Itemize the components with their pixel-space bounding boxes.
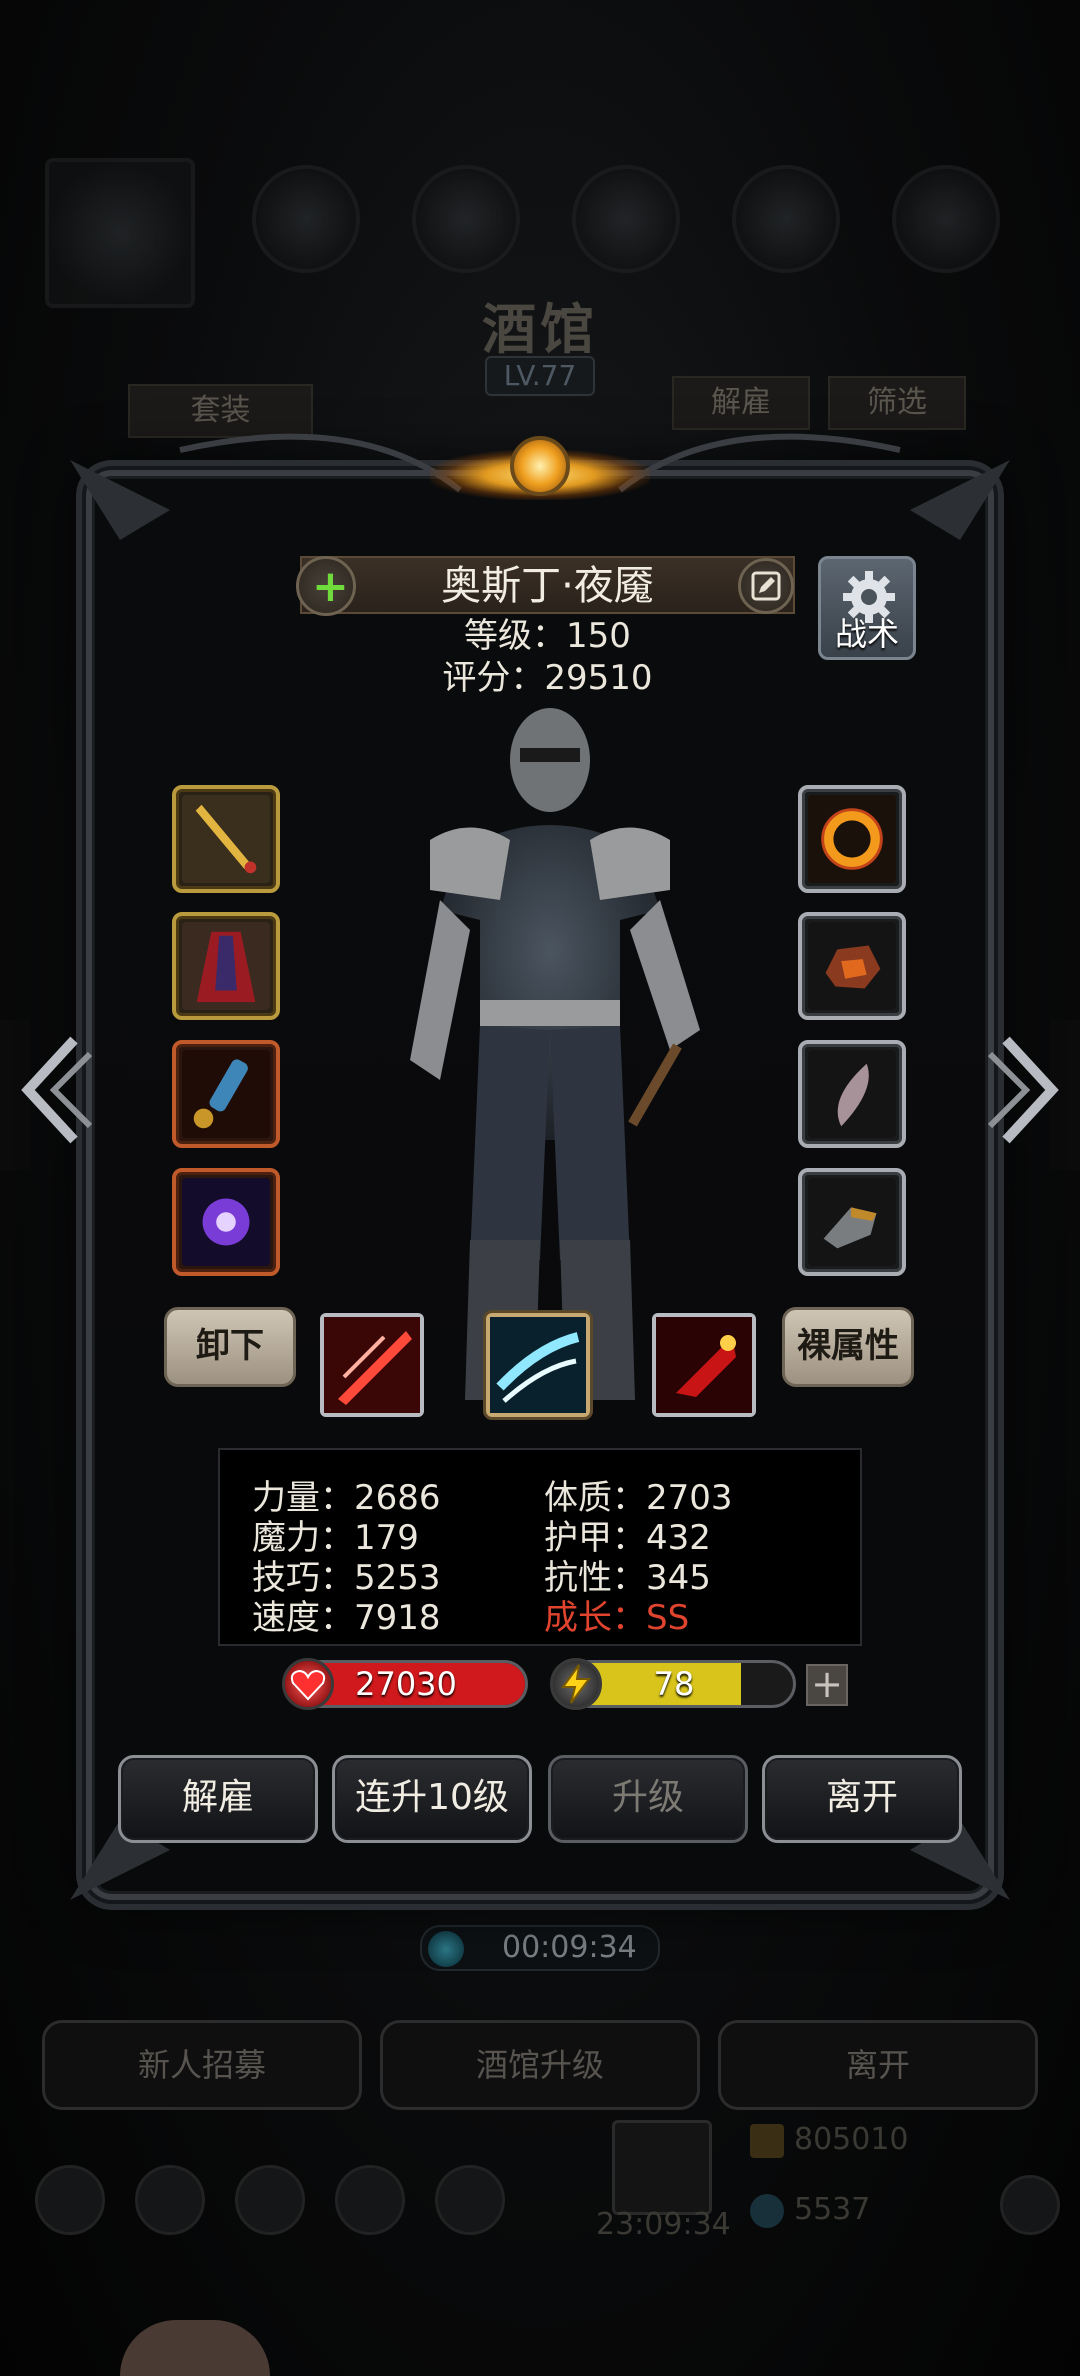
bg-menu-icon: [335, 2165, 405, 2235]
ice-slash-skill-icon: [490, 1317, 586, 1413]
unequip-button[interactable]: 卸下: [164, 1307, 296, 1387]
red-slash-skill-icon: [324, 1317, 420, 1413]
bg-menu-icon: [135, 2165, 205, 2235]
dagger-icon: [182, 795, 270, 883]
hero-figure: [410, 708, 700, 1400]
tavern-title: 酒馆: [482, 297, 598, 361]
cloak-icon: [182, 922, 270, 1010]
gauntlet-icon: [808, 1178, 896, 1266]
next-hero-arrow-icon[interactable]: [986, 1030, 1066, 1150]
bg-upgrade-tavern-button: 酒馆升级: [380, 2020, 700, 2110]
bg-add-icon: [1000, 2175, 1060, 2235]
skill-slot-1[interactable]: [320, 1313, 424, 1417]
gem-amount: 5537: [750, 2192, 870, 2228]
hero-name: 奥斯丁·夜魇: [441, 563, 654, 609]
skill-slot-3[interactable]: [652, 1313, 756, 1417]
stat-speed: 速度：7918: [252, 1598, 441, 1638]
plus-icon: +: [312, 561, 349, 612]
hero-name-plate: 奥斯丁·夜魇: [300, 556, 795, 614]
stats-panel: 力量：2686 魔力：179 技巧：5253 速度：7918 体质：2703 护…: [218, 1448, 862, 1646]
rename-button[interactable]: [738, 558, 794, 614]
gem-icon: [750, 2193, 784, 2228]
bg-menu-icon: [235, 2165, 305, 2235]
blood-strike-skill-icon: [656, 1317, 752, 1413]
bg-leave-button: 离开: [718, 2020, 1038, 2110]
tactics-button[interactable]: 战术: [818, 556, 916, 660]
bg-tab-icon: [572, 165, 680, 273]
tactics-label: 战术: [834, 615, 899, 653]
scroll-icon: [182, 1050, 270, 1138]
bg-tab-icon: [412, 165, 520, 273]
equip-slot-scroll[interactable]: [172, 1040, 280, 1148]
fire-ring-icon: [808, 795, 896, 883]
add-button[interactable]: +: [296, 556, 356, 616]
bg-menu-icon: [35, 2165, 105, 2235]
gem-amount-text: 5537: [794, 2192, 871, 2227]
equip-slot-ring[interactable]: [798, 785, 906, 893]
skill-slot-2[interactable]: [486, 1313, 590, 1417]
plus-icon: +: [811, 1662, 843, 1706]
rune-orb-icon: [182, 1178, 270, 1266]
equip-slot-rune[interactable]: [172, 1168, 280, 1276]
equip-slot-stone[interactable]: [798, 912, 906, 1020]
bg-recruit-button: 新人招募: [42, 2020, 362, 2110]
bg-tab-icon: [252, 165, 360, 273]
gold-amount-text: 805010: [794, 2122, 909, 2157]
base-attributes-button[interactable]: 裸属性: [782, 1307, 914, 1387]
crest-emblem: [430, 420, 650, 530]
equip-slot-charm[interactable]: [798, 1040, 906, 1148]
heart-icon: [282, 1658, 334, 1710]
dismiss-hero-button[interactable]: 解雇: [118, 1755, 318, 1843]
equip-slot-gauntlet[interactable]: [798, 1168, 906, 1276]
gold-icon: [750, 2123, 784, 2158]
equip-slot-cloak[interactable]: [172, 912, 280, 1020]
stat-growth: 成长：SS: [544, 1598, 690, 1638]
feather-charm-icon: [808, 1050, 896, 1138]
avatar-icon: [120, 2320, 270, 2376]
gift-chest-icon: [612, 2120, 712, 2215]
edit-icon: [751, 571, 781, 601]
lava-stone-icon: [808, 922, 896, 1010]
tavern-level: LV.77: [485, 356, 595, 396]
level-up-10-button[interactable]: 连升10级: [332, 1755, 532, 1843]
bg-tab-icon: [732, 165, 840, 273]
bottom-clock: 23:09:34: [596, 2207, 731, 2242]
lightning-icon: [550, 1658, 602, 1710]
leave-button[interactable]: 离开: [762, 1755, 962, 1843]
previous-hero-arrow-icon[interactable]: [14, 1030, 94, 1150]
hero-score: 评分：29510: [442, 658, 653, 698]
equip-slot-dagger[interactable]: [172, 785, 280, 893]
gold-amount: 805010: [750, 2122, 909, 2158]
add-energy-button[interactable]: +: [806, 1664, 848, 1706]
bg-tab-icon: [892, 165, 1000, 273]
bg-menu-icon: [435, 2165, 505, 2235]
level-up-button[interactable]: 升级: [548, 1755, 748, 1843]
